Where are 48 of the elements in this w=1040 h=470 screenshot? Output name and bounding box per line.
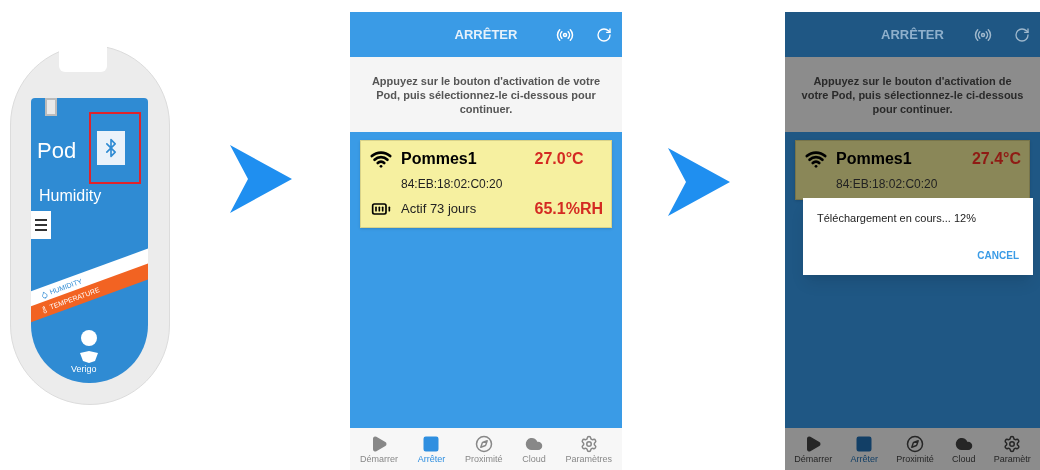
instruction-text: Appuyez sur le bouton d'activation de votre Pod, puis sélectionnez-le ci-dessous pour continuer. bbox=[800, 73, 1025, 116]
instruction-text: Appuyez sur le bouton d'activation de votre Pod, puis sélectionnez-le ci-dessous pour continuer. bbox=[370, 73, 602, 116]
screen-title: ARRÊTER bbox=[881, 25, 944, 44]
nav-tab[interactable]: Arrêter bbox=[850, 434, 878, 464]
nav-tab[interactable]: Proximité bbox=[465, 434, 503, 464]
refresh-icon[interactable] bbox=[1014, 26, 1030, 43]
logo-icon bbox=[80, 351, 98, 363]
nav-tab[interactable]: Arrêter bbox=[417, 434, 446, 464]
device-name: Pod bbox=[37, 140, 77, 162]
pod-name: Pommes1 bbox=[836, 149, 913, 169]
square-icon bbox=[422, 434, 441, 453]
thermometer-icon bbox=[39, 304, 50, 315]
nav-tab[interactable]: Proximité bbox=[896, 434, 934, 464]
menu-icon bbox=[31, 211, 51, 239]
temperature-reading: 27.4°C bbox=[971, 149, 1021, 169]
square-icon bbox=[855, 434, 874, 453]
screen-title: ARRÊTER bbox=[454, 25, 518, 44]
status-text: Actif 73 jours bbox=[401, 200, 478, 219]
arrow-icon bbox=[230, 145, 292, 213]
droplet-icon bbox=[39, 289, 50, 300]
nav-tab[interactable]: Démarrer bbox=[794, 434, 833, 464]
bluetooth-icon bbox=[97, 131, 125, 165]
humidity-reading: 65.1%RH bbox=[534, 199, 603, 219]
nav-tab[interactable]: Cloud bbox=[952, 434, 976, 464]
play-icon bbox=[804, 434, 823, 453]
wifi-icon bbox=[369, 148, 393, 170]
nav-tab[interactable]: Cloud bbox=[522, 434, 546, 464]
nav-tab[interactable]: Paramètres bbox=[565, 434, 613, 464]
nav-tab[interactable]: Démarrer bbox=[359, 434, 398, 464]
wifi-icon bbox=[804, 148, 828, 170]
settings-icon bbox=[1003, 434, 1022, 453]
compass-icon bbox=[474, 434, 493, 453]
dialog-message: Téléchargement en cours... 12% bbox=[817, 211, 977, 226]
cancel-button[interactable]: CANCEL bbox=[977, 248, 1019, 263]
pod-card[interactable]: Pommes1 27.0°C 84:EB:18:02:C0:20 Actif 73 jours 65.1%RH bbox=[360, 140, 612, 228]
settings-icon bbox=[579, 434, 598, 453]
temperature-reading: 27.0°C bbox=[534, 149, 585, 169]
arrow-icon bbox=[668, 148, 730, 216]
mac-address: 84:EB:18:02:C0:20 bbox=[401, 176, 504, 193]
nav-tab[interactable]: Paramètr bbox=[993, 434, 1031, 464]
pod-card[interactable]: Pommes1 27.4°C 84:EB:18:02:C0:20 bbox=[795, 140, 1030, 200]
device-subtitle: Humidity bbox=[39, 188, 102, 204]
brand-name: Verigo bbox=[71, 365, 97, 374]
compass-icon bbox=[906, 434, 924, 453]
mac-address: 84:EB:18:02:C0:20 bbox=[836, 176, 939, 193]
highlight-frame bbox=[89, 112, 141, 184]
sensor-window bbox=[45, 98, 57, 116]
pod-name: Pommes1 bbox=[401, 149, 478, 169]
